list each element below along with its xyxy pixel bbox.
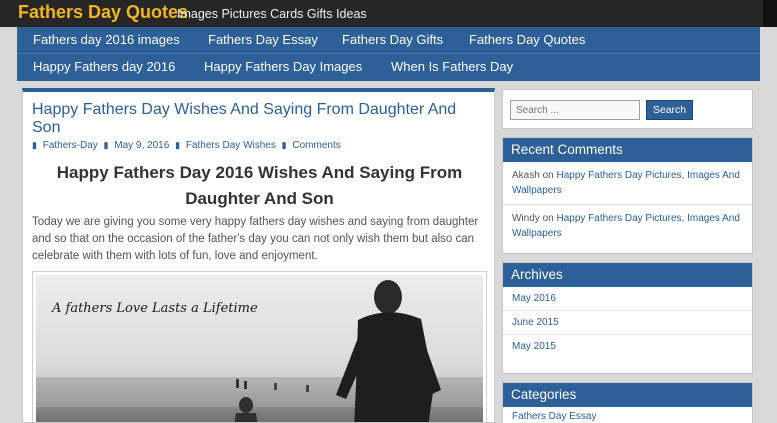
calendar-icon: ▮ <box>103 140 109 150</box>
nav-item-happy-fathers-day-images[interactable]: Happy Fathers Day Images <box>204 59 362 74</box>
search-input[interactable] <box>510 100 640 120</box>
archive-link-may-2016[interactable]: May 2016 <box>503 287 752 311</box>
site-logo[interactable]: Fathers Day Quotes <box>18 2 188 23</box>
comment-on: on <box>542 213 554 224</box>
post-comments-link[interactable]: Comments <box>292 140 340 151</box>
post-title[interactable]: Happy Fathers Day Wishes And Saying From… <box>32 101 482 137</box>
categories-widget: Categories Fathers Day Essay <box>502 382 753 423</box>
recent-comment-item: Akash on Happy Fathers Day Pictures, Ima… <box>503 162 752 205</box>
post-image[interactable]: A fathers Love Lasts a Lifetime <box>32 271 487 422</box>
post-category-link[interactable]: Fathers Day Wishes <box>186 140 276 151</box>
category-link-fathers-day-essay[interactable]: Fathers Day Essay <box>503 407 752 423</box>
post-meta: ▮ Fathers-Day ▮ May 9, 2016 ▮ Fathers Da… <box>32 140 344 151</box>
nav-item-happy-fathers-day-2016[interactable]: Happy Fathers day 2016 <box>33 59 175 74</box>
beach-photo: A fathers Love Lasts a Lifetime <box>36 275 483 422</box>
tag-icon: ▮ <box>175 140 181 150</box>
archive-link-may-2015[interactable]: May 2015 <box>503 335 752 358</box>
nav-item-when-is-fathers-day[interactable]: When Is Fathers Day <box>391 59 513 74</box>
main-nav: Fathers day 2016 images Fathers Day Essa… <box>17 27 760 81</box>
nav-item-fathers-day-quotes[interactable]: Fathers Day Quotes <box>469 32 585 47</box>
folder-icon: ▮ <box>32 140 37 150</box>
comment-on: on <box>542 170 554 181</box>
post-panel: Happy Fathers Day Wishes And Saying From… <box>22 88 495 423</box>
comment-author: Windy <box>512 213 540 224</box>
nav-item-fathers-day-2016-images[interactable]: Fathers day 2016 images <box>33 32 180 47</box>
post-author-link[interactable]: Fathers-Day <box>43 140 98 151</box>
photo-silhouettes <box>234 280 441 422</box>
search-widget: Search <box>502 89 753 129</box>
archives-widget: Archives May 2016 June 2015 May 2015 <box>502 262 753 374</box>
categories-title: Categories <box>503 383 752 407</box>
recent-comments-widget: Recent Comments Akash on Happy Fathers D… <box>502 137 753 254</box>
recent-comments-title: Recent Comments <box>503 138 752 162</box>
archive-link-june-2015[interactable]: June 2015 <box>503 311 752 335</box>
post-body: Today we are giving you some very happy … <box>32 216 479 262</box>
comment-author: Akash <box>512 170 540 181</box>
site-header: Fathers Day Quotes Images Pictures Cards… <box>0 0 777 27</box>
photo-caption: A fathers Love Lasts a Lifetime <box>52 301 258 316</box>
post-headline: Happy Fathers Day 2016 Wishes And Saying… <box>56 163 463 208</box>
nav-item-fathers-day-essay[interactable]: Fathers Day Essay <box>208 32 318 47</box>
header-corner <box>763 0 777 27</box>
site-tagline: Images Pictures Cards Gifts Ideas <box>177 7 367 21</box>
nav-divider <box>17 53 760 54</box>
nav-item-fathers-day-gifts[interactable]: Fathers Day Gifts <box>342 32 443 47</box>
post-date-link[interactable]: May 9, 2016 <box>114 140 169 151</box>
recent-comment-item: Windy on Happy Fathers Day Pictures, Ima… <box>503 205 752 247</box>
archives-title: Archives <box>503 263 752 287</box>
search-button[interactable]: Search <box>646 100 693 120</box>
comment-icon: ▮ <box>281 140 287 150</box>
